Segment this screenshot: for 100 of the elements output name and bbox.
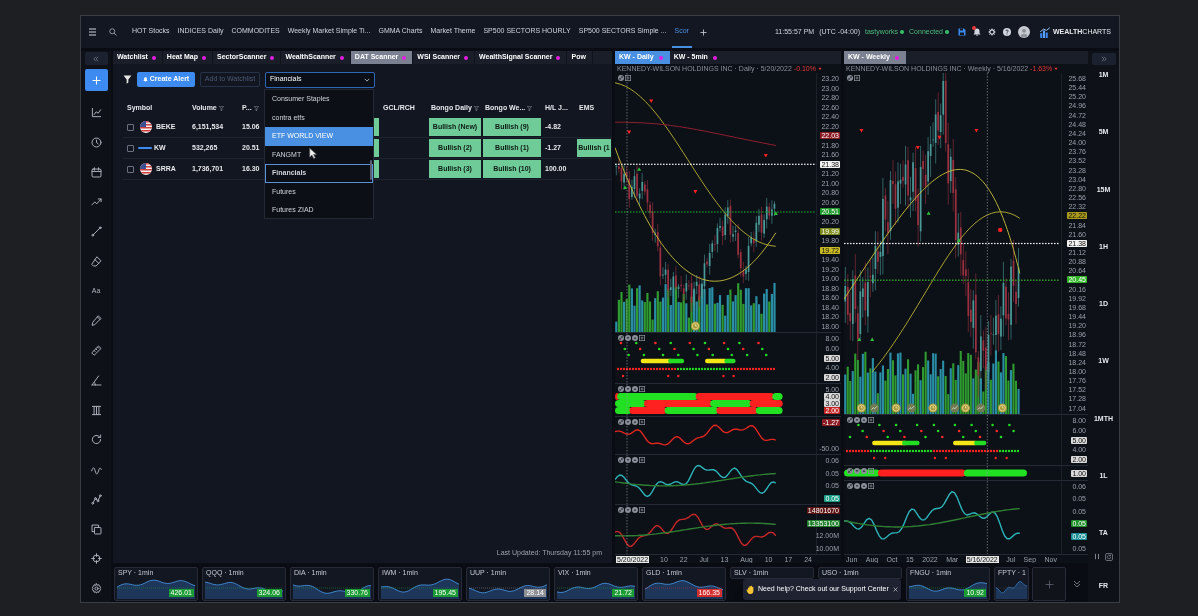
node-path-icon[interactable] xyxy=(90,493,102,505)
add-pane-icon[interactable] xyxy=(639,419,645,425)
expand-icon[interactable] xyxy=(618,507,624,513)
move-up-icon[interactable] xyxy=(632,419,638,425)
plus-icon xyxy=(91,75,101,85)
add-pane-icon[interactable] xyxy=(868,483,874,489)
down-triangle-icon xyxy=(937,135,942,140)
expand-icon[interactable] xyxy=(618,386,624,392)
clock-icon xyxy=(891,403,901,413)
trend-icon xyxy=(869,403,879,413)
menu-icon[interactable] xyxy=(88,28,97,36)
add-pane-icon[interactable] xyxy=(639,507,645,513)
move-up-icon[interactable] xyxy=(861,483,867,489)
row-checkbox[interactable] xyxy=(127,165,134,173)
ruler-icon[interactable] xyxy=(90,345,102,356)
move-down-icon[interactable] xyxy=(854,483,860,489)
chevron-down-icon xyxy=(364,76,370,83)
filter-icon[interactable] xyxy=(123,75,132,84)
clock-icon xyxy=(856,403,866,413)
clock-icon xyxy=(961,403,970,413)
up-triangle-icon xyxy=(637,167,642,171)
bell-icon[interactable] xyxy=(972,28,981,36)
add-pane-icon[interactable] xyxy=(639,386,645,392)
add-pane-icon[interactable] xyxy=(625,75,631,81)
wave-icon[interactable] xyxy=(90,464,102,475)
help-icon[interactable] xyxy=(1002,28,1011,36)
move-down-icon[interactable] xyxy=(625,457,631,463)
add-pane-icon[interactable] xyxy=(639,457,645,463)
clock-icon[interactable] xyxy=(90,136,102,148)
expand-icon[interactable] xyxy=(618,335,624,341)
mouse-pointer-icon xyxy=(309,146,320,160)
double-chevron-down-icon[interactable] xyxy=(1073,580,1081,588)
move-down-icon[interactable] xyxy=(854,468,860,474)
down-triangle-icon xyxy=(974,129,979,133)
move-down-icon[interactable] xyxy=(625,335,631,341)
add-pane-icon[interactable] xyxy=(854,75,860,81)
up-triangle-icon xyxy=(623,185,628,189)
avatar-icon[interactable] xyxy=(1017,26,1030,38)
add-tab-icon[interactable] xyxy=(699,28,707,36)
eraser-icon[interactable] xyxy=(90,255,102,267)
add-button[interactable] xyxy=(84,69,108,91)
angle-icon[interactable] xyxy=(90,374,102,386)
refresh-icon[interactable] xyxy=(90,434,102,446)
crosshair-icon[interactable] xyxy=(90,553,102,565)
chart-axis-icon[interactable] xyxy=(90,107,102,118)
add-pane-icon[interactable] xyxy=(639,335,645,341)
close-icon[interactable] xyxy=(893,587,898,592)
down-triangle-icon xyxy=(627,130,632,135)
chart-logo-icon xyxy=(1038,26,1051,38)
save-icon[interactable] xyxy=(957,28,966,36)
clock-icon xyxy=(690,321,700,331)
expand-icon[interactable] xyxy=(618,419,624,425)
columns-icon[interactable] xyxy=(90,404,102,416)
line-tool-icon[interactable] xyxy=(90,226,102,237)
expand-icon[interactable] xyxy=(618,457,624,463)
double-chevron-left-icon xyxy=(93,55,99,62)
copy-icon[interactable] xyxy=(90,523,102,535)
move-up-icon[interactable] xyxy=(632,335,638,341)
pause-icon[interactable] xyxy=(1094,553,1100,560)
calendar-icon[interactable] xyxy=(90,166,102,178)
down-triangle-icon xyxy=(915,146,920,150)
move-down-icon[interactable] xyxy=(625,386,631,392)
expand-button[interactable] xyxy=(1091,53,1116,65)
move-down-icon[interactable] xyxy=(854,417,860,423)
up-triangle-icon xyxy=(857,337,862,341)
down-triangle-icon xyxy=(649,99,654,104)
move-up-icon[interactable] xyxy=(632,457,638,463)
move-up-icon[interactable] xyxy=(861,468,867,474)
trend-icon xyxy=(976,403,986,413)
row-checkbox[interactable] xyxy=(127,123,134,131)
expand-icon[interactable] xyxy=(847,468,853,474)
waving-hand-icon xyxy=(746,585,755,594)
expand-icon[interactable] xyxy=(847,483,853,489)
pencil-icon[interactable] xyxy=(90,315,102,327)
up-triangle-icon xyxy=(773,211,778,215)
settings-icon[interactable] xyxy=(987,28,996,36)
move-up-icon[interactable] xyxy=(861,417,867,423)
add-pane-icon[interactable] xyxy=(868,417,874,423)
down-triangle-icon xyxy=(693,190,698,194)
down-triangle-icon xyxy=(859,129,864,133)
refresh-icon[interactable] xyxy=(1105,552,1113,561)
clock-icon xyxy=(997,403,1007,413)
trend-icon xyxy=(906,403,916,413)
down-triangle-icon xyxy=(763,153,768,158)
bell-icon xyxy=(142,77,148,82)
move-up-icon[interactable] xyxy=(632,507,638,513)
up-triangle-icon xyxy=(870,337,875,341)
move-up-icon[interactable] xyxy=(632,386,638,392)
search-icon[interactable] xyxy=(109,28,117,36)
move-down-icon[interactable] xyxy=(625,507,631,513)
expand-icon[interactable] xyxy=(847,75,853,81)
settings-icon[interactable] xyxy=(90,583,102,594)
trend-line-icon[interactable] xyxy=(90,196,102,208)
expand-icon[interactable] xyxy=(618,75,624,81)
up-triangle-icon xyxy=(926,211,931,215)
scrollbar-thumb[interactable] xyxy=(370,160,372,180)
row-checkbox[interactable] xyxy=(127,144,134,152)
move-down-icon[interactable] xyxy=(625,419,631,425)
clock-icon xyxy=(928,403,938,413)
expand-icon[interactable] xyxy=(847,417,853,423)
